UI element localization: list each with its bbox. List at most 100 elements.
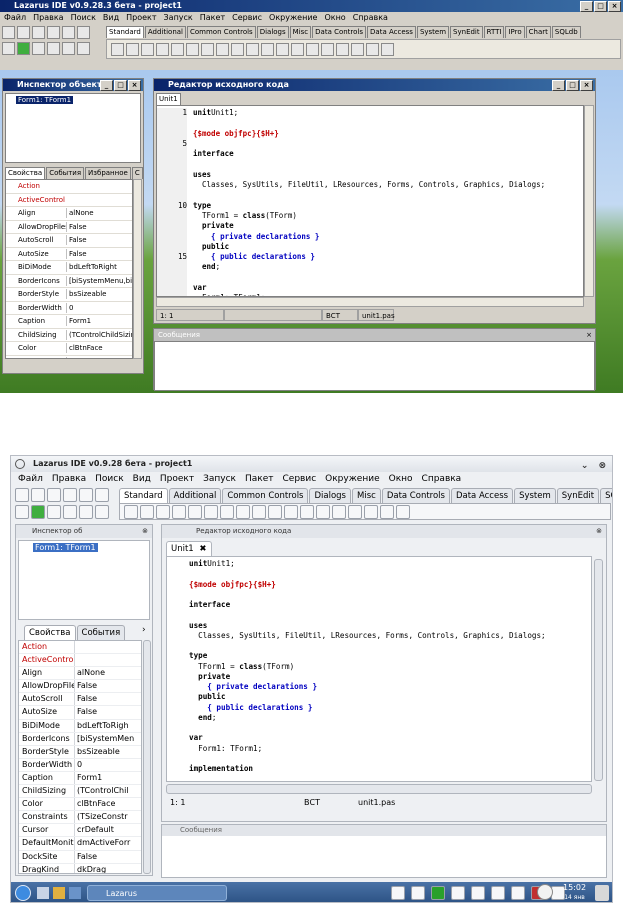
stop-icon[interactable] bbox=[47, 42, 60, 55]
kde-menu-item-0[interactable]: Файл bbox=[18, 472, 43, 486]
kde-tradiogroup-icon[interactable] bbox=[348, 504, 362, 519]
kde-property-row[interactable]: Caption Form1 bbox=[19, 771, 141, 786]
tray-volume-icon[interactable] bbox=[471, 886, 485, 900]
kde-tcheckgroup-icon[interactable] bbox=[364, 504, 378, 519]
tradiobutton-icon[interactable] bbox=[246, 42, 259, 56]
kde-property-value[interactable]: bdLeftToRigh bbox=[74, 719, 141, 732]
inspector-tab-0[interactable]: Свойства bbox=[5, 167, 46, 179]
tpanel-icon[interactable] bbox=[351, 42, 364, 56]
property-value[interactable]: False bbox=[66, 248, 132, 259]
tactionlist-icon[interactable] bbox=[381, 42, 394, 56]
kde-palette-tab-5[interactable]: Data Controls bbox=[381, 488, 450, 503]
editor-horizontal-scrollbar[interactable] bbox=[156, 297, 584, 307]
kde-inspector-tab-0[interactable]: Свойства bbox=[24, 625, 76, 640]
kde-property-row[interactable]: BorderWidth 0 bbox=[19, 758, 141, 772]
tray-info-icon[interactable] bbox=[537, 884, 553, 900]
kde-tmemo-icon[interactable] bbox=[220, 504, 234, 519]
kde-property-value[interactable]: crDefault bbox=[74, 824, 141, 837]
save-icon[interactable] bbox=[32, 26, 45, 39]
tray-display-icon[interactable] bbox=[391, 886, 405, 900]
menu-item-10[interactable]: Справка bbox=[353, 12, 388, 24]
kde-menu-item-6[interactable]: Пакет bbox=[245, 472, 274, 486]
kde-save-icon[interactable] bbox=[47, 488, 61, 502]
property-value[interactable]: Form1 bbox=[66, 316, 132, 327]
tray-clipboard-icon[interactable] bbox=[491, 886, 505, 900]
kde-menu-item-1[interactable]: Правка bbox=[52, 472, 86, 486]
inspector-tab-2[interactable]: Избранное bbox=[85, 167, 131, 179]
kde-tradiobutton-icon[interactable] bbox=[268, 504, 282, 519]
tray-network-icon[interactable] bbox=[431, 886, 445, 900]
property-row[interactable]: Action bbox=[6, 180, 132, 194]
tframe-icon[interactable] bbox=[366, 42, 379, 56]
kde-tgroupbox-icon[interactable] bbox=[332, 504, 346, 519]
kde-editor-vertical-scrollbar[interactable] bbox=[594, 559, 603, 781]
kde-new-form-icon[interactable] bbox=[79, 488, 93, 502]
kde-code-area[interactable]: unitUnit1; {$mode objfpc}{$H+} interface us… bbox=[166, 556, 592, 782]
file-manager-icon[interactable] bbox=[53, 887, 65, 899]
kde-save-all-icon[interactable] bbox=[63, 488, 77, 502]
kde-toggle-form-icon[interactable] bbox=[95, 488, 109, 502]
property-row[interactable]: Align alNone bbox=[6, 207, 132, 221]
property-row[interactable]: Caption Form1 bbox=[6, 315, 132, 329]
kde-property-value[interactable]: bsSizeable bbox=[74, 745, 141, 758]
kde-code-text[interactable]: unitUnit1; {$mode objfpc}{$H+} interface us… bbox=[189, 559, 589, 781]
kde-property-row[interactable]: DefaultMonit dmActiveForr bbox=[19, 837, 141, 851]
kde-open-icon[interactable] bbox=[31, 488, 45, 502]
kde-menu-item-9[interactable]: Окно bbox=[389, 472, 413, 486]
kde-inspector-tab-1[interactable]: События bbox=[76, 625, 126, 640]
kde-property-value[interactable]: False bbox=[74, 693, 141, 706]
kde-palette-tab-8[interactable]: SynEdit bbox=[556, 488, 600, 503]
kde-tbutton-icon[interactable] bbox=[172, 504, 186, 519]
property-value[interactable]: (TSizeConstraints) bbox=[66, 356, 132, 358]
property-value[interactable]: 0 bbox=[66, 302, 132, 313]
property-row[interactable]: BorderIcons [biSystemMenu,bi bbox=[6, 275, 132, 288]
maximize-button[interactable]: □ bbox=[594, 1, 607, 12]
menu-item-5[interactable]: Запуск bbox=[164, 12, 193, 24]
inspector-tab-3[interactable]: С bbox=[131, 167, 143, 179]
kde-pause-icon[interactable] bbox=[47, 505, 61, 519]
kde-palette-tab-6[interactable]: Data Access bbox=[450, 488, 514, 503]
inspector-tab-1[interactable]: События bbox=[46, 167, 85, 179]
kde-tpanel-icon[interactable] bbox=[380, 504, 394, 519]
tray-printer-icon[interactable] bbox=[451, 886, 465, 900]
menu-item-9[interactable]: Окно bbox=[324, 12, 345, 24]
property-row[interactable]: AllowDropFiles False bbox=[6, 221, 132, 234]
kde-property-value[interactable]: dmActiveForr bbox=[74, 837, 141, 850]
kde-palette-tab-0[interactable]: Standard bbox=[119, 488, 168, 503]
property-row[interactable]: Color clBtnFace bbox=[6, 342, 132, 356]
kde-property-row[interactable]: ActiveControl bbox=[19, 654, 141, 668]
messages-list[interactable] bbox=[154, 341, 595, 391]
property-value[interactable]: bsSizeable bbox=[66, 289, 132, 300]
kde-ttogglebox-icon[interactable] bbox=[236, 504, 250, 519]
new-form-icon[interactable] bbox=[62, 26, 75, 39]
kde-tcombobox-icon[interactable] bbox=[300, 504, 314, 519]
kde-menu-item-3[interactable]: Вид bbox=[133, 472, 151, 486]
kde-property-grid-scrollbar[interactable] bbox=[143, 640, 151, 874]
code-text[interactable]: unitUnit1; {$mode objfpc}{$H+} interface us… bbox=[193, 108, 583, 296]
kde-menu-item-7[interactable]: Сервис bbox=[283, 472, 317, 486]
run-icon[interactable] bbox=[17, 42, 30, 55]
inspector-close-button[interactable]: × bbox=[128, 80, 141, 91]
kde-tlabel-icon[interactable] bbox=[188, 504, 202, 519]
tpopupmenu-icon[interactable] bbox=[141, 42, 154, 56]
minimize-button[interactable]: _ bbox=[580, 1, 593, 12]
trash-icon[interactable] bbox=[595, 885, 609, 901]
kde-inspector-close-icon[interactable]: ⊗ bbox=[142, 525, 148, 538]
close-button[interactable]: × bbox=[608, 1, 621, 12]
kde-tmainmenu-icon[interactable] bbox=[140, 504, 154, 519]
kde-pointer-icon[interactable] bbox=[124, 504, 138, 519]
tmemo-icon[interactable] bbox=[201, 42, 214, 56]
kde-tedit-icon[interactable] bbox=[204, 504, 218, 519]
inspector-maximize-button[interactable]: □ bbox=[114, 80, 127, 91]
kde-new-unit-icon[interactable] bbox=[15, 488, 29, 502]
property-value[interactable]: alNone bbox=[66, 208, 132, 219]
editor-maximize-button[interactable]: □ bbox=[566, 80, 579, 91]
kde-tscrollbar-icon[interactable] bbox=[316, 504, 330, 519]
pause-icon[interactable] bbox=[32, 42, 45, 55]
toggle-form-icon[interactable] bbox=[77, 26, 90, 39]
kde-tree-item-form1[interactable]: Form1: TForm1 bbox=[33, 543, 98, 552]
kde-tpopupmenu-icon[interactable] bbox=[156, 504, 170, 519]
property-grid-scrollbar[interactable] bbox=[133, 179, 142, 359]
kde-menu-item-4[interactable]: Проект bbox=[160, 472, 194, 486]
kde-property-row[interactable]: AutoSize False bbox=[19, 706, 141, 720]
